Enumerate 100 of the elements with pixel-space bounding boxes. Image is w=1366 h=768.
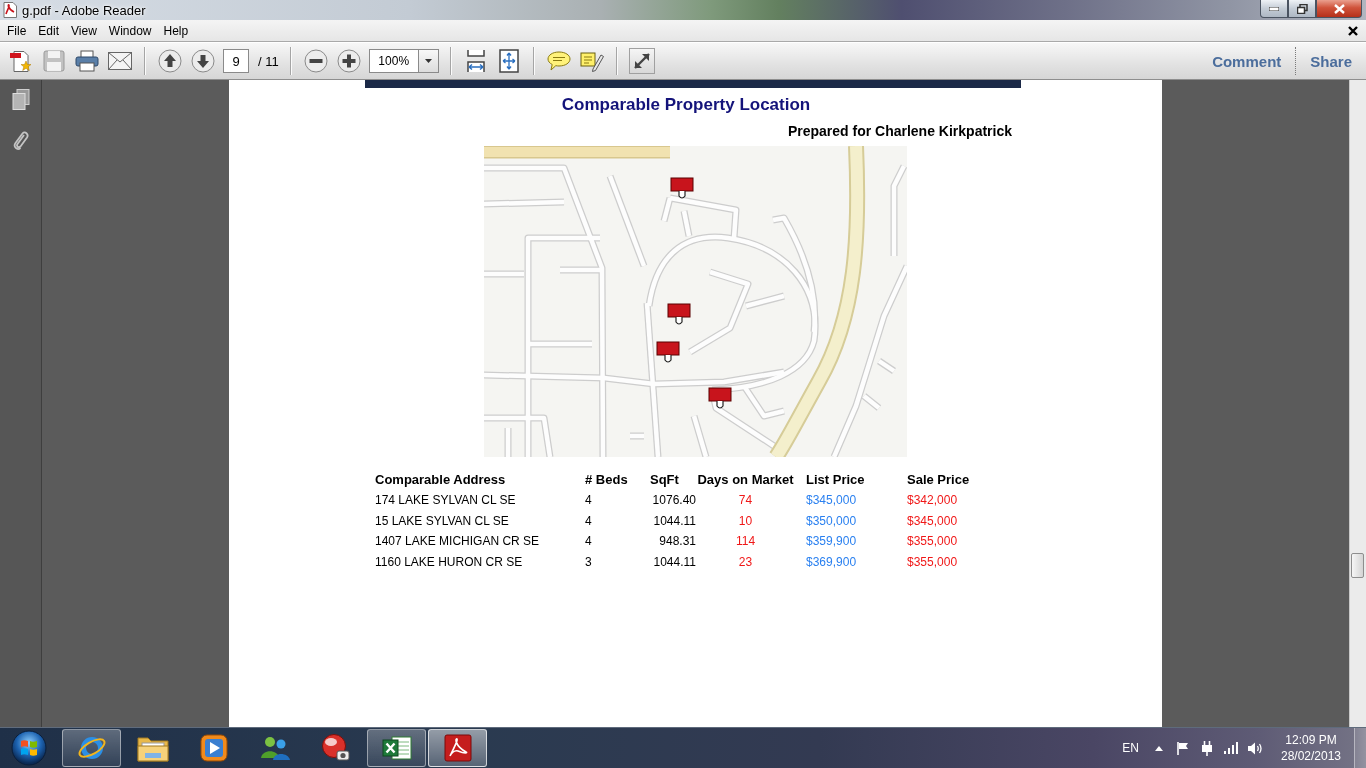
close-icon (1333, 3, 1345, 14)
plug-icon[interactable] (1201, 740, 1213, 756)
vertical-scrollbar[interactable] (1349, 80, 1366, 727)
arrow-up-circle-icon (158, 49, 182, 73)
folder-icon (136, 734, 169, 762)
pages-icon (11, 89, 30, 110)
menu-item[interactable]: Window (102, 21, 158, 40)
caret-down-icon (424, 59, 432, 63)
people-icon (258, 734, 291, 762)
clock-date[interactable]: 28/02/2013 (1280, 748, 1342, 764)
menu-item[interactable]: Help (157, 21, 195, 40)
table-cell-text: 23 (737, 553, 754, 571)
orb-icon (11, 730, 47, 766)
table-cell-text: 1044.11 (652, 512, 696, 530)
map-marker-icon (656, 341, 680, 363)
create-button[interactable] (8, 48, 34, 74)
speaker-icon[interactable] (1247, 741, 1263, 755)
column-header: # Beds (585, 471, 629, 489)
zoom-in-button[interactable] (335, 48, 362, 74)
taskbar-button[interactable] (62, 729, 121, 767)
scrollbar-thumb[interactable] (1351, 553, 1364, 578)
speech-bubble-icon (546, 51, 571, 71)
table-cell-text: 948.31 (658, 533, 696, 551)
document-title: Comparable Property Location (561, 95, 811, 115)
table-cell-text: 74 (737, 492, 754, 509)
restore-icon (1296, 3, 1308, 14)
table-cell-text: 4 (585, 512, 593, 530)
table-cell-text: 1160 LAKE HURON CR SE (375, 553, 524, 571)
table-cell-text: $355,000 (907, 553, 959, 571)
window-title: g.pdf - Adobe Reader (22, 2, 146, 18)
document-icon (3, 2, 17, 18)
caret-up-icon[interactable] (1155, 745, 1163, 751)
printer-icon (75, 50, 99, 72)
window-close-button[interactable] (1316, 0, 1362, 18)
attachments-button[interactable] (12, 129, 29, 151)
zoom-out-button[interactable] (302, 48, 329, 74)
map-marker-icon (667, 303, 691, 325)
table-cell-text: $355,000 (907, 533, 959, 551)
column-header: Days on Market (696, 471, 795, 489)
table-cell-text: 1044.11 (652, 553, 696, 571)
table-cell-text: $342,000 (907, 492, 959, 509)
table-cell-text: 4 (585, 533, 593, 551)
clock-time[interactable]: 12:09 PM (1285, 732, 1337, 748)
table-cell-text: 1407 LAKE MICHIGAN CR SE (375, 533, 541, 551)
page-count: / 11 (258, 53, 279, 69)
full-screen-button[interactable] (628, 48, 655, 74)
table-cell-text: $369,900 (805, 553, 858, 571)
plus-circle-icon (336, 49, 361, 73)
highlighter-pen-icon (579, 50, 604, 72)
page-fit-icon (498, 49, 519, 73)
column-header: Sale Price (907, 471, 971, 489)
page-number-field[interactable]: 9 (223, 49, 249, 73)
zoom-field[interactable]: 100% (368, 49, 418, 73)
zoom-dropdown-button[interactable] (417, 49, 439, 73)
sphere-camera-icon (320, 733, 351, 763)
column-header: List Price (805, 471, 866, 489)
page-thumbnails-button[interactable] (11, 89, 30, 110)
swoosh-tile-icon (443, 734, 472, 762)
menu-item[interactable]: Edit (32, 21, 66, 40)
restore-button[interactable] (1288, 0, 1316, 18)
table-cell-text: 4 (585, 492, 593, 509)
column-header: SqFt (650, 471, 680, 489)
page-width-icon (465, 49, 486, 73)
taskbar-button[interactable] (367, 729, 426, 767)
table-cell-text: $345,000 (907, 512, 959, 530)
prepared-for-text: Prepared for Charlene Kirkpatrick (787, 122, 1012, 140)
signal-bars-icon[interactable] (1224, 742, 1238, 754)
envelope-icon (108, 52, 132, 70)
menu-item[interactable]: View (65, 21, 103, 40)
language-indicator[interactable]: EN (1122, 741, 1139, 755)
table-cell-text: 1076.40 (651, 492, 696, 509)
minus-circle-icon (303, 49, 328, 73)
table-cell-text: $359,900 (805, 533, 858, 551)
flag-icon[interactable] (1177, 741, 1189, 755)
table-cell-text: 15 LAKE SYLVAN CL SE (375, 512, 510, 530)
close-button[interactable] (1348, 25, 1358, 36)
comment-button[interactable] (545, 48, 572, 74)
spreadsheet-icon (381, 734, 412, 762)
menu-item[interactable]: File (1, 21, 33, 40)
play-tile-icon (199, 734, 228, 762)
table-cell-text: 114 (734, 533, 757, 551)
table-cell-text: $350,000 (805, 512, 858, 530)
print-button[interactable] (74, 48, 100, 74)
taskbar-button[interactable] (428, 729, 487, 767)
column-header: Comparable Address (375, 471, 507, 489)
minimize-icon (1269, 6, 1279, 11)
expand-arrows-icon (632, 52, 651, 70)
paperclip-icon (12, 129, 29, 151)
table-cell-text: 3 (585, 553, 593, 571)
next-page-button[interactable] (190, 48, 216, 74)
document-star-icon (9, 49, 33, 73)
previous-page-button[interactable] (157, 48, 183, 74)
pane-link[interactable]: Share (1296, 48, 1366, 74)
arrow-down-circle-icon (191, 49, 215, 73)
table-cell-text: 174 LAKE SYLVAN CL SE (375, 492, 517, 509)
close-icon (1348, 25, 1358, 36)
table-cell-text: $345,000 (805, 492, 858, 509)
table-cell-text: 10 (737, 512, 754, 530)
minimize-button[interactable] (1260, 0, 1288, 18)
pane-link[interactable]: Comment (1198, 48, 1296, 74)
